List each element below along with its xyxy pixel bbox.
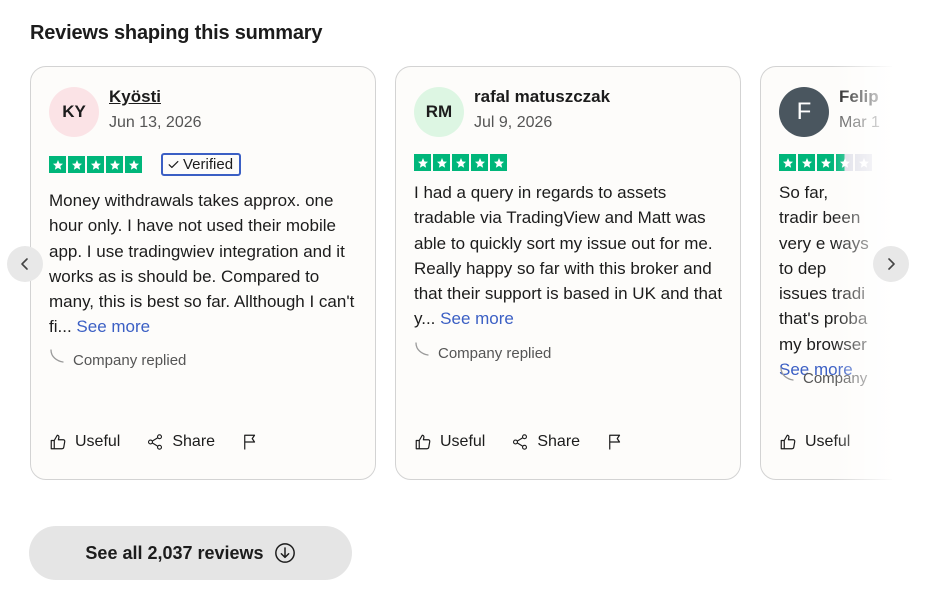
share-button[interactable]: Share bbox=[511, 433, 580, 451]
star-icon bbox=[798, 154, 815, 171]
review-date: Mar 1 bbox=[839, 114, 880, 131]
star-icon bbox=[125, 156, 142, 173]
useful-button[interactable]: Useful bbox=[414, 433, 485, 451]
review-text-content: Money withdrawals takes approx. one hour… bbox=[49, 191, 355, 337]
report-button[interactable] bbox=[241, 433, 259, 451]
thumbs-up-icon bbox=[780, 434, 796, 450]
see-more-link[interactable]: See more bbox=[440, 309, 514, 328]
review-card: F Felip Mar 1 So far, tradir been very e… bbox=[760, 66, 892, 480]
star-rating bbox=[779, 154, 872, 171]
arrow-down-circle-icon bbox=[274, 543, 295, 563]
review-text-content: I had a query in regards to assets trada… bbox=[414, 183, 723, 329]
star-icon bbox=[49, 156, 66, 173]
chevron-left-icon bbox=[21, 258, 28, 270]
company-replied[interactable]: Company replied bbox=[414, 341, 552, 362]
see-all-label: See all 2,037 reviews bbox=[85, 542, 264, 563]
thumbs-up-icon bbox=[415, 434, 431, 450]
reply-curve-icon bbox=[415, 341, 429, 356]
verified-label: Verified bbox=[183, 156, 234, 173]
star-icon bbox=[87, 156, 104, 173]
share-label: Share bbox=[172, 433, 216, 450]
review-text: So far, tradir been very e ways to dep i… bbox=[779, 180, 869, 382]
reply-curve-icon bbox=[780, 366, 794, 381]
company-replied-label: Company replied bbox=[438, 345, 552, 362]
carousel-viewport: KY Kyösti Jun 13, 2026 Verified Money wi… bbox=[30, 66, 892, 482]
useful-label: Useful bbox=[440, 433, 486, 450]
company-replied-label: Company replied bbox=[73, 352, 187, 369]
star-icon bbox=[452, 154, 469, 171]
carousel-prev-button[interactable] bbox=[7, 246, 43, 282]
avatar: KY bbox=[49, 87, 99, 137]
star-icon bbox=[490, 154, 507, 171]
review-text-content: So far, tradir been very e ways to dep i… bbox=[779, 183, 869, 354]
review-card: RM rafal matuszczak Jul 9, 2026 I had a … bbox=[395, 66, 741, 480]
share-icon bbox=[148, 434, 163, 450]
star-icon bbox=[855, 154, 872, 171]
section-title: Reviews shaping this summary bbox=[30, 22, 323, 44]
star-icon bbox=[68, 156, 85, 173]
avatar: F bbox=[779, 87, 829, 137]
share-button[interactable]: Share bbox=[146, 433, 215, 451]
checkmark-icon bbox=[168, 160, 179, 169]
star-icon bbox=[779, 154, 796, 171]
report-button[interactable] bbox=[606, 433, 624, 451]
review-card: KY Kyösti Jun 13, 2026 Verified Money wi… bbox=[30, 66, 376, 480]
useful-button[interactable]: Useful bbox=[49, 433, 120, 451]
review-text: Money withdrawals takes approx. one hour… bbox=[49, 188, 361, 340]
review-date: Jul 9, 2026 bbox=[474, 114, 553, 131]
reviews-carousel: KY Kyösti Jun 13, 2026 Verified Money wi… bbox=[0, 66, 950, 482]
useful-label: Useful bbox=[75, 433, 121, 450]
star-icon bbox=[414, 154, 431, 171]
review-actions: Useful Share bbox=[414, 433, 650, 451]
see-all-reviews-button[interactable]: See all 2,037 reviews bbox=[29, 526, 352, 580]
company-replied-label: Company bbox=[803, 370, 868, 387]
avatar: RM bbox=[414, 87, 464, 137]
review-actions: Useful bbox=[779, 433, 876, 451]
star-icon bbox=[817, 154, 834, 171]
carousel-next-button[interactable] bbox=[873, 246, 909, 282]
star-icon bbox=[836, 154, 853, 171]
flag-icon bbox=[609, 434, 621, 450]
star-rating bbox=[49, 156, 142, 173]
verified-badge[interactable]: Verified bbox=[161, 153, 242, 176]
useful-label: Useful bbox=[805, 433, 851, 450]
see-more-link[interactable]: See more bbox=[76, 317, 150, 336]
reviewer-name-link[interactable]: Kyösti bbox=[109, 87, 161, 107]
reviewer-name[interactable]: rafal matuszczak bbox=[474, 87, 610, 107]
star-rating bbox=[414, 154, 507, 171]
review-text: I had a query in regards to assets trada… bbox=[414, 180, 726, 332]
company-replied[interactable]: Company bbox=[779, 366, 868, 387]
chevron-right-icon bbox=[888, 258, 895, 270]
star-icon bbox=[433, 154, 450, 171]
useful-button[interactable]: Useful bbox=[779, 433, 850, 451]
flag-icon bbox=[244, 434, 256, 450]
review-actions: Useful Share bbox=[49, 433, 285, 451]
company-replied[interactable]: Company replied bbox=[49, 348, 187, 369]
thumbs-up-icon bbox=[50, 434, 66, 450]
share-label: Share bbox=[537, 433, 581, 450]
star-icon bbox=[471, 154, 488, 171]
review-date: Jun 13, 2026 bbox=[109, 114, 202, 131]
share-icon bbox=[513, 434, 528, 450]
reviewer-name[interactable]: Felip bbox=[839, 87, 879, 107]
reply-curve-icon bbox=[50, 348, 64, 363]
star-icon bbox=[106, 156, 123, 173]
